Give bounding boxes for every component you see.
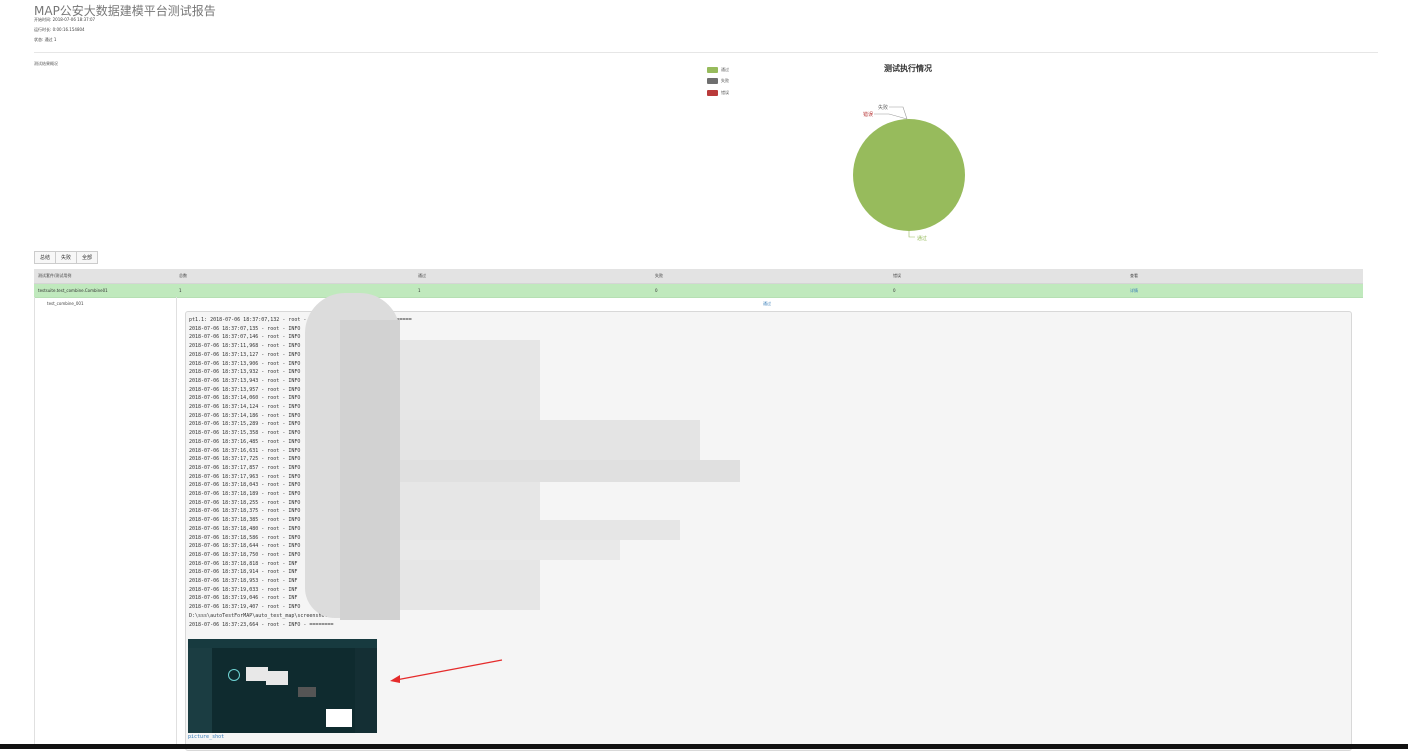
thumbnail-node [228, 669, 240, 681]
redacted-region [400, 540, 620, 560]
header-fail: 失败 [655, 273, 663, 278]
header-total: 总数 [179, 273, 187, 278]
redacted-region [400, 460, 740, 482]
log-line: 2018-07-06 18:37:17,725 - root - INFO [189, 456, 301, 463]
status: 状态: 通过 1 [34, 37, 57, 42]
legend-swatch-error [707, 89, 718, 96]
thumbnail-sidebar [188, 648, 212, 733]
pie-label-1: 失败 [878, 104, 888, 111]
thumbnail-panel-box [298, 687, 316, 697]
log-line: 2018-07-06 18:37:18,953 - root - INF [189, 578, 298, 584]
case-name: test_combine_001 [47, 301, 84, 306]
overview-label: 测试结果概况 [34, 61, 58, 66]
thumbnail-dialog [266, 671, 288, 685]
header-error: 错误 [893, 273, 901, 278]
header-suite: 测试套件/测试用例 [38, 273, 72, 278]
log-line: 2018-07-06 18:37:18,255 - root - INFO [189, 499, 301, 506]
log-line: 2018-07-06 18:37:19,407 - root - INFO [189, 604, 301, 611]
pie-chart: 失败错误通过 [853, 104, 965, 242]
picture-shot-link[interactable]: picture_shot [188, 734, 224, 740]
log-line: 2018-07-06 18:37:13,957 - root - INFO [189, 386, 301, 393]
redacted-region [400, 520, 680, 540]
duration: 运行时长: 0:00:16.154804 [34, 27, 85, 32]
log-line: 2018-07-06 18:37:07,135 - root - INFO [189, 325, 301, 332]
log-line: 2018-07-06 18:37:16,485 - root - INFO [189, 438, 301, 445]
log-line: 2018-07-06 18:37:18,750 - root - INFO [189, 551, 301, 558]
legend-label-fail: 失败 [721, 78, 729, 84]
pie-label-0: 通过 [917, 235, 927, 242]
screenshot-thumbnail[interactable] [188, 639, 377, 733]
legend-label-pass: 通过 [721, 66, 729, 72]
log-line: 2018-07-06 18:37:14,124 - root - INFO [189, 404, 301, 410]
log-line: 2018-07-06 18:37:18,189 - root - INFO [189, 491, 301, 497]
error-count: 0 [893, 288, 896, 293]
legend-label-error: 错误 [721, 89, 729, 95]
thumbnail-panel [355, 648, 377, 733]
divider [34, 52, 1378, 53]
legend-swatch-fail [707, 78, 718, 85]
header-pass: 通过 [418, 273, 426, 278]
legend-item-fail[interactable]: 失败 [707, 76, 729, 88]
log-line: 2018-07-06 18:37:11,968 - root - INFO [189, 343, 301, 350]
filter-buttons: 总结 失败 全部 [34, 251, 99, 264]
summary-button[interactable]: 总结 [34, 251, 57, 264]
table-header: 测试套件/测试用例 总数 通过 失败 错误 查看 [34, 269, 1363, 284]
start-time: 开始时间: 2018-07-06 18:37:07 [34, 17, 96, 22]
pie-label-2: 错误 [863, 111, 873, 118]
pie-leader-line-0 [908, 231, 915, 238]
pass-count: 1 [418, 288, 421, 293]
log-line: 2018-07-06 18:37:14,060 - root - INFO [189, 395, 301, 402]
legend-item-error[interactable]: 错误 [707, 87, 729, 99]
fail-count: 0 [655, 288, 658, 293]
chart-title: 测试执行情况 [884, 64, 932, 73]
pie-leader-line-1 [889, 106, 908, 120]
all-button[interactable]: 全部 [76, 251, 99, 264]
table-row: testsuite.test_combine.Combine01 1 1 0 0… [34, 284, 1363, 298]
log-line: 2018-07-06 18:37:18,586 - root - INFO [189, 534, 301, 541]
log-line: 2018-07-06 18:37:17,963 - root - INFO [189, 473, 301, 480]
log-line: 2018-07-06 18:37:15,358 - root - INFO [189, 430, 301, 437]
log-line: 2018-07-06 18:37:23,664 - root - INFO - … [189, 621, 334, 628]
chart-legend: 通过 失败 错误 [707, 64, 729, 99]
log-line: 2018-07-06 18:37:18,914 - root - INF [189, 569, 298, 576]
thumbnail-header [188, 639, 377, 648]
log-line: 2018-07-06 18:37:17,857 - root - INFO [189, 464, 301, 471]
log-line: D:\sss\autoTestForMAP\auto_test_map\scre… [189, 612, 328, 619]
log-line: 2018-07-06 18:37:13,127 - root - INFO [189, 351, 301, 358]
log-line: 2018-07-06 18:37:15,289 - root - INFO [189, 421, 301, 428]
log-line: 2018-07-06 18:37:18,375 - root - INFO [189, 508, 301, 515]
pie-leader-line-2 [874, 113, 908, 120]
pie-slice-0[interactable] [853, 119, 965, 231]
legend-item-pass[interactable]: 通过 [707, 64, 729, 76]
thumbnail-dialog [246, 667, 268, 681]
taskbar-strip [0, 744, 1408, 749]
case-name-cell: test_combine_001 [34, 297, 177, 749]
redacted-region [400, 420, 700, 460]
log-line: 2018-07-06 18:37:07,146 - root - INFO [189, 334, 301, 341]
log-line: 2018-07-06 18:37:13,943 - root - INFO [189, 377, 301, 384]
log-line: 2018-07-06 18:37:13,932 - root - INFO [189, 369, 301, 376]
red-arrow-annotation [390, 659, 503, 683]
log-line: 2018-07-06 18:37:13,906 - root - INFO [189, 360, 301, 367]
pass-log-link[interactable]: 通过 [763, 301, 771, 307]
thumbnail-popup [326, 709, 352, 727]
legend-swatch-pass [707, 66, 718, 73]
log-line: 2018-07-06 18:37:18,644 - root - INFO [189, 543, 301, 550]
detail-link[interactable]: 详情 [1130, 288, 1138, 293]
log-line: 2018-07-06 18:37:16,631 - root - INFO [189, 447, 301, 454]
total-count: 1 [179, 288, 182, 293]
header-view: 查看 [1130, 273, 1138, 278]
suite-name: testsuite.test_combine.Combine01 [38, 288, 108, 293]
log-line: 2018-07-06 18:37:18,043 - root - INFO [189, 482, 301, 489]
log-line: 2018-07-06 18:37:18,818 - root - INF [189, 560, 298, 567]
log-line: 2018-07-06 18:37:14,186 - root - INFO [189, 412, 301, 419]
log-line: 2018-07-06 18:37:18,385 - root - INFO [189, 517, 301, 524]
log-line: 2018-07-06 18:37:19,046 - root - INF [189, 595, 298, 602]
redacted-region [340, 320, 400, 620]
log-line: 2018-07-06 18:37:18,480 - root - INFO [189, 525, 301, 532]
failed-button[interactable]: 失败 [55, 251, 78, 264]
results-table: 测试套件/测试用例 总数 通过 失败 错误 查看 testsuite.test_… [34, 269, 1363, 298]
log-line: 2018-07-06 18:37:19,033 - root - INF [189, 586, 298, 593]
